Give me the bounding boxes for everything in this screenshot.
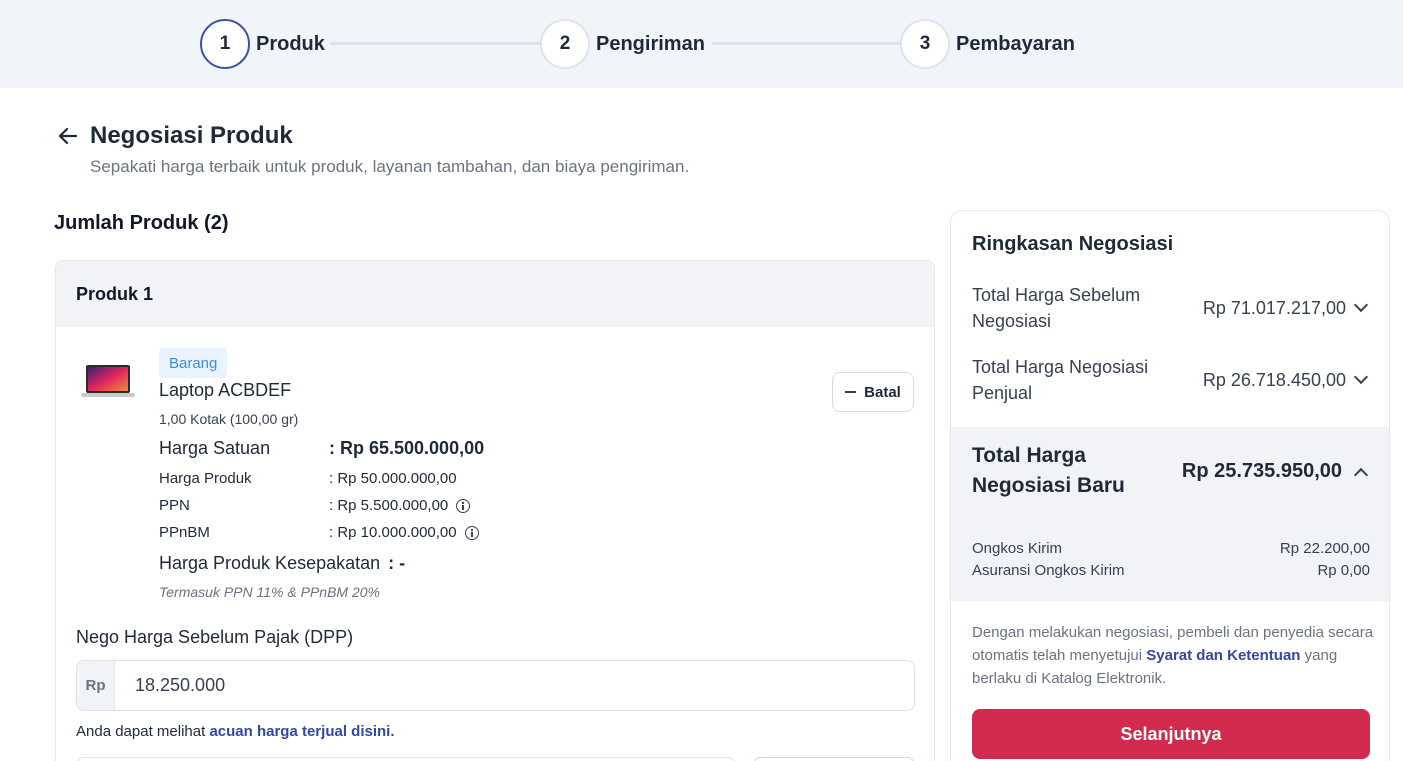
tax-note: Termasuk PPN 11% & PPnBM 20% bbox=[159, 584, 380, 600]
product-card: Produk 1 Barang Laptop ACBDEF 1,00 Kotak… bbox=[55, 260, 935, 761]
shipping-fee-value: Rp 22.200,00 bbox=[1279, 540, 1370, 557]
chevron-down-icon[interactable] bbox=[1353, 369, 1369, 385]
chevron-down-icon[interactable] bbox=[1353, 297, 1369, 313]
product-card-title: Produk 1 bbox=[56, 261, 934, 327]
page-subtitle: Sepakati harga terbaik untuk produk, lay… bbox=[90, 157, 690, 176]
step-2-label: Pengiriman bbox=[596, 33, 705, 55]
terms-text: Dengan melakukan negosiasi, pembeli dan … bbox=[972, 621, 1376, 690]
nego-price-input[interactable] bbox=[115, 661, 914, 710]
summary-title: Ringkasan Negosiasi bbox=[972, 233, 1174, 255]
next-button[interactable]: Selanjutnya bbox=[972, 709, 1370, 759]
summary-total-value: Rp 25.735.950,00 bbox=[1181, 460, 1342, 482]
agreed-price-label: Harga Produk Kesepakatan bbox=[159, 553, 381, 573]
base-price-value: : Rp 50.000.000,00 bbox=[329, 470, 457, 487]
shipping-insurance-row: Asuransi Ongkos Kirim Rp 0,00 bbox=[972, 562, 1370, 579]
product-name: Laptop ACBDEF bbox=[159, 380, 292, 400]
agreed-price-row: Harga Produk Kesepakatan : - bbox=[159, 553, 405, 574]
page-title: Negosiasi Produk bbox=[90, 122, 293, 149]
summary-row-seller[interactable]: Total Harga Negosiasi Penjual Rp 26.718.… bbox=[972, 354, 1370, 406]
product-quantity: 1,00 Kotak (100,00 gr) bbox=[159, 411, 299, 427]
product-type-badge: Barang bbox=[159, 348, 228, 378]
terms-link[interactable]: Syarat dan Ketentuan bbox=[1146, 647, 1300, 664]
unit-price-row: Harga Satuan : Rp 65.500.000,00 bbox=[159, 438, 484, 459]
summary-row-before[interactable]: Total Harga Sebelum Negosiasi Rp 71.017.… bbox=[972, 282, 1370, 334]
ppnbm-row: PPnBM : Rp 10.000.000,00 bbox=[159, 524, 479, 541]
currency-prefix: Rp bbox=[77, 661, 115, 710]
base-price-row: Harga Produk : Rp 50.000.000,00 bbox=[159, 470, 457, 487]
info-icon[interactable] bbox=[464, 525, 479, 540]
price-reference-link[interactable]: acuan harga terjual disini. bbox=[209, 723, 394, 740]
agreed-price-value: : - bbox=[388, 553, 406, 573]
step-1-label: Produk bbox=[256, 33, 325, 55]
additional-button[interactable] bbox=[753, 757, 915, 761]
step-1-number: 1 bbox=[200, 19, 250, 69]
nego-price-label: Nego Harga Sebelum Pajak (DPP) bbox=[76, 627, 354, 647]
ppn-row: PPN : Rp 5.500.000,00 bbox=[159, 497, 471, 514]
chevron-up-icon[interactable] bbox=[1353, 467, 1369, 482]
step-2-number: 2 bbox=[540, 19, 590, 69]
minus-icon bbox=[845, 391, 857, 393]
unit-price-value: : Rp 65.500.000,00 bbox=[329, 438, 485, 458]
summary-total-label: Total Harga Negosiasi Baru bbox=[972, 444, 1125, 497]
ppnbm-value: : Rp 10.000.000,00 bbox=[329, 524, 457, 541]
step-connector bbox=[330, 42, 540, 45]
shipping-fee-row: Ongkos Kirim Rp 22.200,00 bbox=[972, 540, 1370, 557]
info-icon[interactable] bbox=[456, 498, 471, 513]
nego-price-field: Rp bbox=[76, 660, 915, 711]
helper-text: Anda dapat melihat bbox=[76, 723, 206, 740]
ppnbm-label: PPnBM bbox=[159, 524, 210, 541]
back-arrow-icon[interactable] bbox=[56, 124, 80, 148]
base-price-label: Harga Produk bbox=[159, 470, 252, 487]
ppn-label: PPN bbox=[159, 497, 190, 514]
additional-input[interactable] bbox=[76, 757, 736, 761]
shipping-insurance-value: Rp 0,00 bbox=[1317, 562, 1370, 579]
product-count-title: Jumlah Produk (2) bbox=[54, 212, 229, 234]
price-reference-helper: Anda dapat melihat acuan harga terjual d… bbox=[76, 723, 395, 740]
cancel-button-label: Batal bbox=[864, 383, 901, 401]
ppn-value: : Rp 5.500.000,00 bbox=[329, 497, 449, 514]
unit-price-label: Harga Satuan bbox=[159, 438, 271, 458]
step-3-number: 3 bbox=[900, 19, 950, 69]
summary-row-seller-value: Rp 26.718.450,00 bbox=[1202, 369, 1346, 390]
step-connector bbox=[712, 42, 900, 45]
step-3-label: Pembayaran bbox=[956, 33, 1075, 55]
summary-row-before-label: Total Harga Sebelum Negosiasi bbox=[972, 285, 1141, 331]
cancel-button[interactable]: Batal bbox=[832, 372, 914, 412]
laptop-thumbnail bbox=[81, 365, 135, 397]
negotiation-summary: Ringkasan Negosiasi Total Harga Sebelum … bbox=[950, 210, 1390, 761]
checkout-stepper: 1 Produk 2 Pengiriman 3 Pembayaran bbox=[0, 0, 1403, 88]
summary-row-seller-label: Total Harga Negosiasi Penjual bbox=[972, 357, 1149, 403]
summary-row-before-value: Rp 71.017.217,00 bbox=[1202, 297, 1346, 318]
shipping-insurance-label: Asuransi Ongkos Kirim bbox=[972, 562, 1125, 579]
shipping-fee-label: Ongkos Kirim bbox=[972, 540, 1063, 557]
summary-total-section: Total Harga Negosiasi Baru Rp 25.735.950… bbox=[951, 427, 1389, 601]
